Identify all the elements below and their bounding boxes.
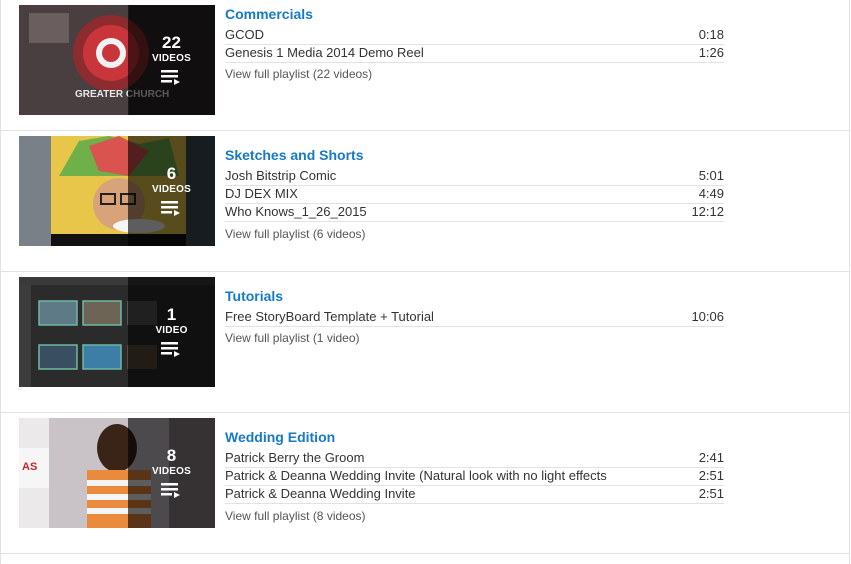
playlist-video-item[interactable]: Patrick Berry the Groom 2:41	[225, 449, 724, 468]
playlist-video-item[interactable]: Josh Bitstrip Comic 5:01	[225, 167, 724, 186]
video-count: 8	[166, 446, 177, 465]
playlist-video-item[interactable]: Who Knows_1_26_2015 12:12	[225, 203, 724, 222]
playlist-thumbnail[interactable]: 1 VIDEO	[19, 277, 215, 387]
video-duration: 10:06	[691, 309, 724, 324]
video-count-unit: VIDEO	[155, 325, 188, 336]
view-full-playlist-link[interactable]: View full playlist (1 video)	[225, 331, 360, 345]
view-full-playlist-link[interactable]: View full playlist (22 videos)	[225, 67, 372, 81]
playlist-icon	[161, 70, 180, 85]
video-title: DJ DEX MIX	[225, 186, 298, 201]
playlist-icon	[161, 483, 180, 498]
playlist-thumbnail[interactable]: GREATER CHURCH 22 VIDEOS	[19, 5, 215, 115]
video-title: GCOD	[225, 27, 264, 42]
video-title: Genesis 1 Media 2014 Demo Reel	[225, 45, 424, 60]
video-title: Who Knows_1_26_2015	[225, 204, 367, 219]
playlist-row-sketches: 6 VIDEOS Sketches and Shorts Josh Bitstr…	[1, 131, 849, 272]
playlist-title[interactable]: Wedding Edition	[225, 429, 335, 445]
playlist-video-item[interactable]: DJ DEX MIX 4:49	[225, 185, 724, 204]
video-duration: 2:51	[698, 486, 724, 501]
video-title: Free StoryBoard Template + Tutorial	[225, 309, 434, 324]
page-border-right	[849, 0, 850, 564]
video-count: 6	[166, 164, 177, 183]
video-title: Josh Bitstrip Comic	[225, 168, 337, 183]
video-duration: 1:26	[698, 45, 724, 60]
video-count-unit: VIDEOS	[152, 466, 191, 477]
playlist-video-item[interactable]: Patrick & Deanna Wedding Invite 2:51	[225, 485, 724, 504]
playlist-thumbnail[interactable]: 6 VIDEOS	[19, 136, 215, 246]
video-duration: 0:18	[698, 27, 724, 42]
playlist-row-wedding: AS 8 VIDEOS Wedding Edition Patrick Berr…	[1, 413, 849, 554]
view-full-playlist-link[interactable]: View full playlist (8 videos)	[225, 509, 366, 523]
video-duration: 12:12	[691, 204, 724, 219]
video-count-unit: VIDEOS	[152, 184, 191, 195]
video-title: Patrick Berry the Groom	[225, 450, 365, 465]
playlist-row-tutorials: 1 VIDEO Tutorials Free StoryBoard Templa…	[1, 272, 849, 413]
video-duration: 2:51	[698, 468, 724, 483]
playlist-video-item[interactable]: Genesis 1 Media 2014 Demo Reel 1:26	[225, 44, 724, 63]
playlist-video-item[interactable]: Patrick & Deanna Wedding Invite (Natural…	[225, 467, 724, 486]
playlist-video-item[interactable]: GCOD 0:18	[225, 26, 724, 45]
video-duration: 4:49	[698, 186, 724, 201]
view-full-playlist-link[interactable]: View full playlist (6 videos)	[225, 227, 366, 241]
video-duration: 5:01	[698, 168, 724, 183]
playlist-title[interactable]: Commercials	[225, 6, 313, 22]
playlist-video-item[interactable]: Free StoryBoard Template + Tutorial 10:0…	[225, 308, 724, 327]
playlist-thumbnail[interactable]: AS 8 VIDEOS	[19, 418, 215, 528]
video-count-unit: VIDEOS	[152, 53, 191, 64]
playlist-title[interactable]: Sketches and Shorts	[225, 147, 364, 163]
video-count: 1	[166, 305, 177, 324]
playlist-icon	[161, 201, 180, 216]
video-title: Patrick & Deanna Wedding Invite	[225, 486, 416, 501]
playlist-icon	[161, 342, 180, 357]
video-title: Patrick & Deanna Wedding Invite (Natural…	[225, 468, 607, 483]
thumbnail-sign-text: AS	[22, 461, 37, 473]
playlist-title[interactable]: Tutorials	[225, 288, 283, 304]
playlist-row-commercials: GREATER CHURCH 22 VIDEOS Commercials GCO…	[1, 0, 849, 131]
video-count: 22	[162, 33, 181, 52]
video-duration: 2:41	[698, 450, 724, 465]
